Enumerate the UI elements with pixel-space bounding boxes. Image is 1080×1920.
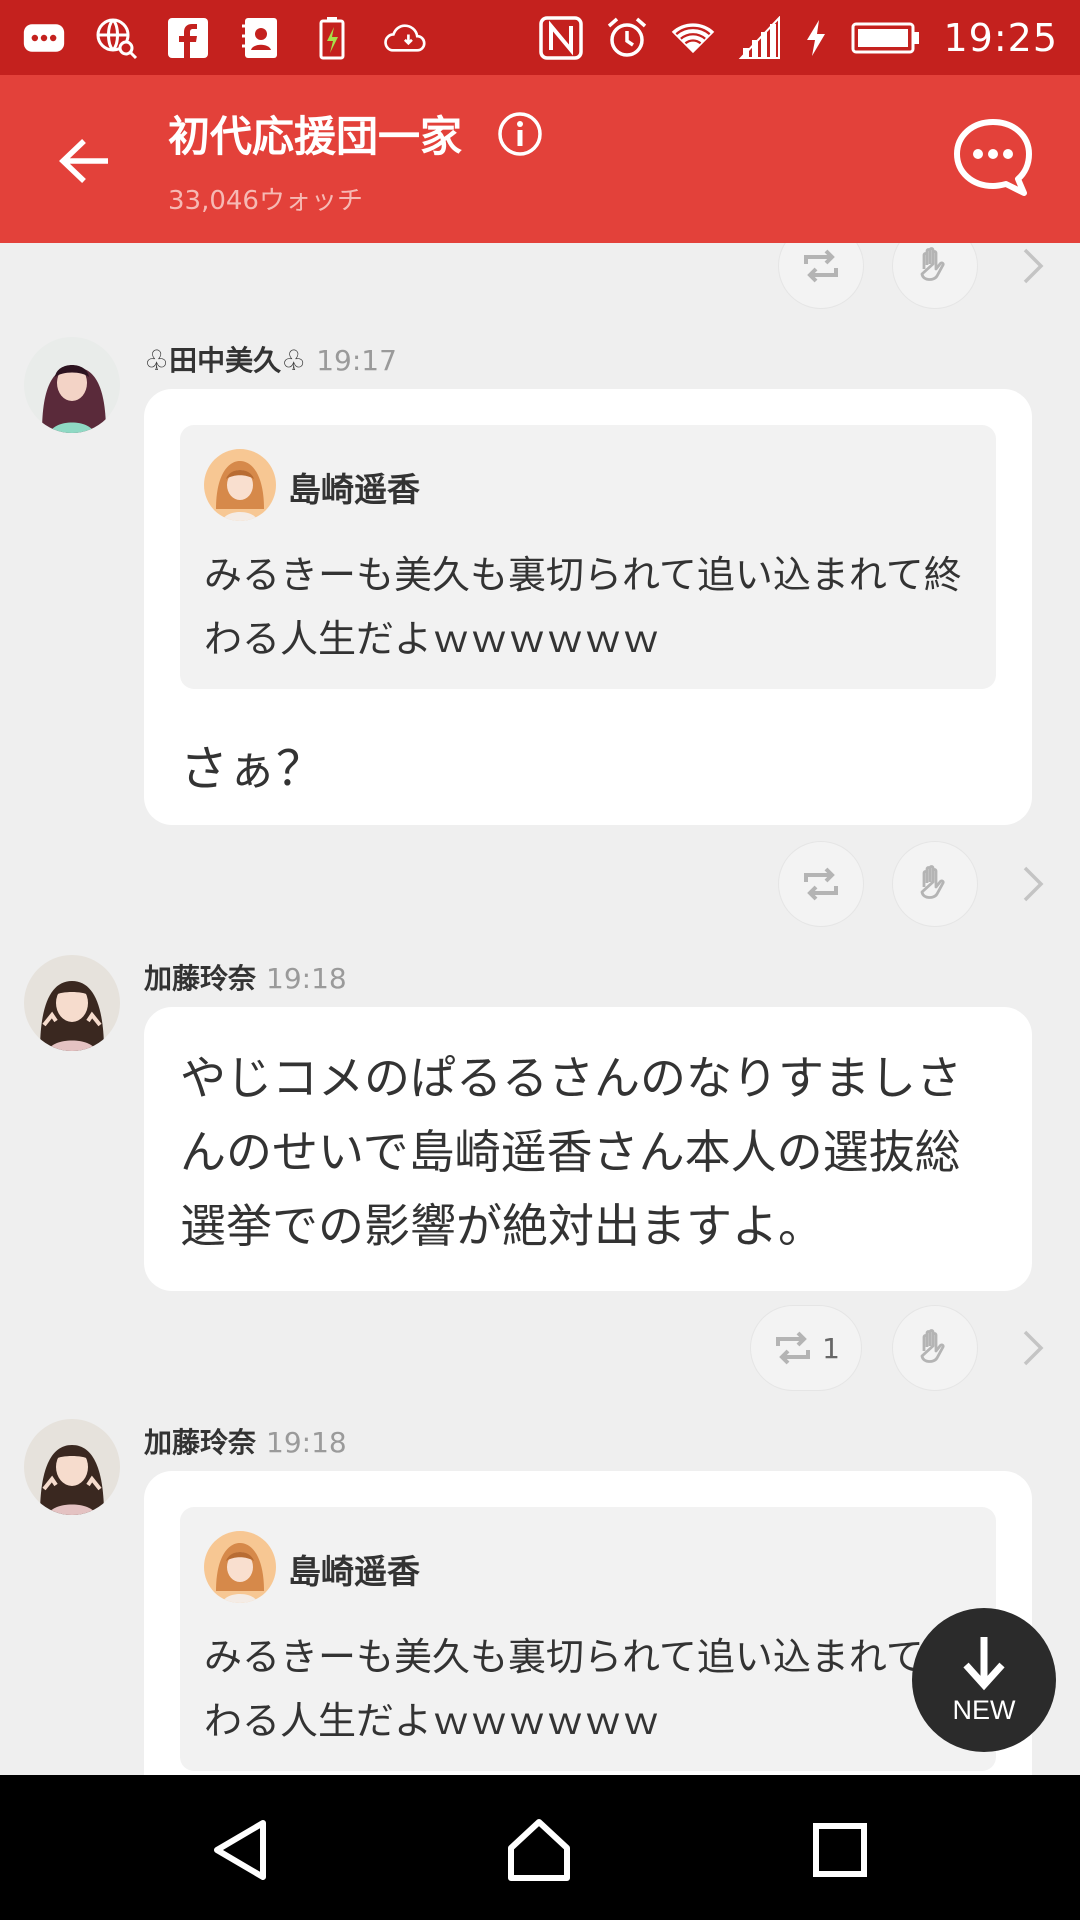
- chevron-right-icon[interactable]: [1008, 1323, 1058, 1373]
- sender-name[interactable]: 加藤玲奈: [144, 962, 256, 995]
- repost-button[interactable]: [778, 243, 864, 309]
- info-icon[interactable]: [497, 111, 543, 157]
- square-recents-icon: [813, 1823, 867, 1877]
- clap-button[interactable]: [892, 1305, 978, 1391]
- repost-button[interactable]: 1: [750, 1305, 862, 1391]
- clap-button[interactable]: [892, 841, 978, 927]
- quoted-text: みるきーも美久も裏切られて追い込まれて終わる人生だよｗｗｗｗｗｗ: [204, 553, 962, 661]
- quoted-avatar: [204, 449, 276, 521]
- quoted-message[interactable]: 島崎遥香 みるきーも美久も裏切られて追い込まれて終わる人生だよｗｗｗｗｗｗ: [180, 1507, 996, 1771]
- battery-saver-icon: [310, 16, 354, 60]
- speech-bubble-icon: [954, 119, 1032, 196]
- room-title-group: 初代応援団一家 33,046ウォッチ: [168, 103, 543, 217]
- watch-count: 33,046ウォッチ: [168, 186, 363, 216]
- nfc-icon: [539, 15, 584, 60]
- sender-line: 加藤玲奈 19:18: [144, 1421, 347, 1461]
- back-arrow-icon: [59, 139, 108, 183]
- battery-icon: [851, 16, 921, 60]
- message-bubble[interactable]: 島崎遥香 みるきーも美久も裏切られて追い込まれて終わる人生だよｗｗｗｗｗｗ さぁ…: [144, 389, 1032, 825]
- wifi-icon: [671, 16, 715, 60]
- quoted-name: 島崎遥香: [288, 1552, 420, 1591]
- avatar[interactable]: [24, 955, 120, 1051]
- app-bar: 初代応援団一家 33,046ウォッチ: [0, 75, 1080, 243]
- avatar[interactable]: [24, 337, 120, 433]
- message-text: やじコメのぱるるさんのなりすましさんのせいで島崎遥香さん本人の選抜総選挙での影響…: [180, 1051, 962, 1253]
- message-feed[interactable]: ♧田中美久♧ 19:17 島崎遥香 みるきーも美久も裏切られて追い込まれて終わる人…: [0, 243, 1080, 1775]
- quoted-message[interactable]: 島崎遥香 みるきーも美久も裏切られて追い込まれて終わる人生だよｗｗｗｗｗｗ: [180, 425, 996, 689]
- message-text: さぁ？: [180, 741, 325, 797]
- clap-hand-icon: [920, 1329, 945, 1363]
- cloud-icon: [382, 16, 426, 60]
- repost-icon: [804, 249, 838, 283]
- alarm-icon: [605, 16, 649, 60]
- message-time: 19:18: [266, 1426, 347, 1459]
- arrow-down-icon: [963, 1636, 1005, 1690]
- avatar[interactable]: [24, 1419, 120, 1515]
- message-actions: [750, 243, 1080, 313]
- new-label: NEW: [952, 1694, 1016, 1725]
- contacts-icon: [238, 16, 282, 60]
- sender-line: ♧田中美久♧ 19:17: [144, 339, 397, 379]
- chat-notification-icon: [22, 16, 66, 60]
- comment-button[interactable]: [952, 117, 1034, 199]
- repost-button[interactable]: [778, 841, 864, 927]
- back-button[interactable]: [52, 129, 116, 193]
- clap-hand-icon: [920, 865, 945, 899]
- message-actions: [750, 841, 1080, 931]
- room-title: 初代応援団一家: [168, 112, 463, 161]
- quoted-text: みるきーも美久も裏切られて追い込まれて終わる人生だよｗｗｗｗｗｗ: [204, 1635, 962, 1743]
- browser-icon: [94, 16, 138, 60]
- repost-icon: [804, 867, 838, 901]
- message-time: 19:18: [266, 962, 347, 995]
- message-bubble[interactable]: やじコメのぱるるさんのなりすましさんのせいで島崎遥香さん本人の選抜総選挙での影響…: [144, 1007, 1032, 1291]
- message-time: 19:17: [316, 344, 397, 377]
- message-actions: 1: [750, 1305, 1080, 1395]
- nav-home-button[interactable]: [494, 1805, 584, 1895]
- nav-back-button[interactable]: [196, 1805, 286, 1895]
- clock: 19:25: [943, 15, 1058, 60]
- signal-icon: [737, 15, 781, 60]
- chevron-right-icon[interactable]: [1008, 243, 1058, 291]
- sender-line: 加藤玲奈 19:18: [144, 957, 347, 997]
- clap-button[interactable]: [892, 243, 978, 309]
- navigation-bar: [0, 1775, 1080, 1920]
- repost-icon: [776, 1331, 811, 1365]
- new-messages-button[interactable]: NEW: [912, 1608, 1056, 1752]
- sender-name[interactable]: ♧田中美久♧: [144, 344, 306, 377]
- nav-recents-button[interactable]: [795, 1805, 885, 1895]
- quoted-avatar: [204, 1531, 276, 1603]
- chevron-right-icon[interactable]: [1008, 859, 1058, 909]
- triangle-back-icon: [214, 1820, 266, 1880]
- clap-hand-icon: [920, 247, 945, 281]
- quoted-name: 島崎遥香: [288, 470, 420, 509]
- message-bubble[interactable]: 島崎遥香 みるきーも美久も裏切られて追い込まれて終わる人生だよｗｗｗｗｗｗ: [144, 1471, 1032, 1775]
- status-bar: 19:25: [0, 0, 1080, 75]
- repost-count: 1: [822, 1331, 840, 1365]
- home-icon: [508, 1819, 570, 1881]
- sender-name[interactable]: 加藤玲奈: [144, 1426, 256, 1459]
- charging-icon: [803, 16, 829, 60]
- facebook-icon: [166, 16, 210, 60]
